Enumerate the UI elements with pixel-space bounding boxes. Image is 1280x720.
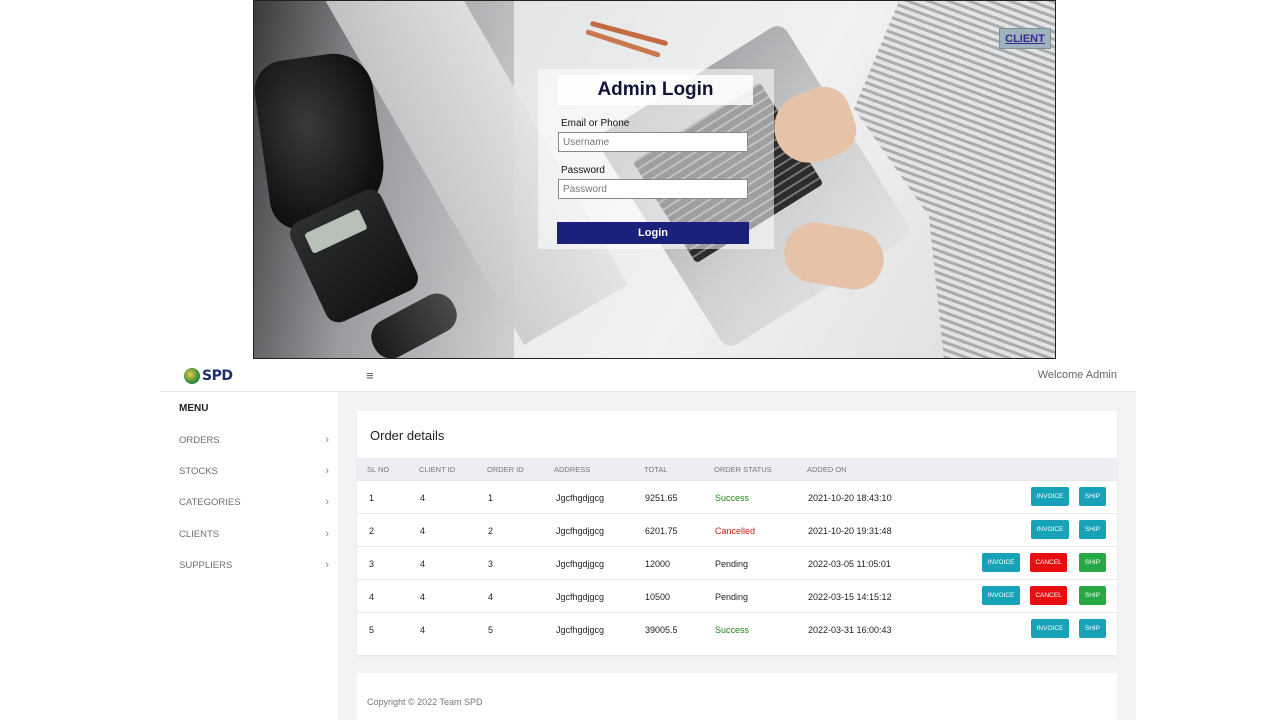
cell-client-id: 4 xyxy=(420,493,426,503)
logo[interactable]: SPD xyxy=(184,366,233,386)
column-header: ADDED ON xyxy=(807,465,847,474)
invoice-button[interactable]: INVOICE xyxy=(982,553,1020,572)
cell-order-id: 4 xyxy=(488,592,494,602)
status-badge: Cancelled xyxy=(715,526,756,536)
cell-client-id: 4 xyxy=(420,526,426,536)
invoice-button[interactable]: INVOICE xyxy=(1031,520,1069,539)
cell-address: Jgcfhgdjgcg xyxy=(556,526,605,536)
card-title: Order details xyxy=(370,428,445,443)
password-label: Password xyxy=(561,165,605,176)
table-row: 5 4 5 Jgcfhgdjgcg 39005.5 Success 2022-0… xyxy=(357,612,1117,645)
copyright-text: Copyright © 2022 Team SPD xyxy=(367,697,483,707)
cell-address: Jgcfhgdjgcg xyxy=(556,493,605,503)
cell-added-on: 2022-03-15 14:15:12 xyxy=(808,592,892,602)
cell-sl: 3 xyxy=(369,559,375,569)
ship-button[interactable]: SHIP xyxy=(1079,520,1106,539)
table-header: SL NO CLIENT ID ORDER ID ADDRESS TOTAL O… xyxy=(357,458,1117,480)
cell-total: 39005.5 xyxy=(645,625,678,635)
cell-added-on: 2021-10-20 19:31:48 xyxy=(808,526,892,536)
column-header: SL NO xyxy=(367,465,390,474)
chevron-right-icon: › xyxy=(325,496,329,508)
ship-button[interactable]: SHIP xyxy=(1079,487,1106,506)
cell-total: 9251.65 xyxy=(645,493,678,503)
cell-total: 12000 xyxy=(645,559,671,569)
sidebar-item-stocks[interactable]: STOCKS › xyxy=(179,465,329,477)
client-link[interactable]: CLIENT xyxy=(999,28,1051,49)
column-header: ADDRESS xyxy=(554,465,591,474)
footer: Copyright © 2022 Team SPD xyxy=(357,673,1117,720)
login-hero: CLIENT Admin Login Email or Phone Passwo… xyxy=(253,0,1056,359)
hamburger-icon[interactable]: ≡ xyxy=(366,368,374,383)
cell-sl: 5 xyxy=(369,625,375,635)
cell-order-id: 2 xyxy=(488,526,494,536)
login-title: Admin Login xyxy=(558,75,753,105)
cell-order-id: 3 xyxy=(488,559,494,569)
menu-title: MENU xyxy=(179,403,209,414)
column-header: ORDER ID xyxy=(487,465,524,474)
chevron-right-icon: › xyxy=(325,559,329,571)
sidebar-item-orders[interactable]: ORDERS › xyxy=(179,434,329,446)
status-badge: Success xyxy=(715,625,750,635)
chevron-right-icon: › xyxy=(325,528,329,540)
login-button[interactable]: Login xyxy=(557,222,749,244)
sidebar-item-clients[interactable]: CLIENTS › xyxy=(179,528,329,540)
sidebar: MENU ORDERS › STOCKS › CATEGORIES › CLIE… xyxy=(160,392,338,720)
cell-added-on: 2021-10-20 18:43:10 xyxy=(808,493,892,503)
status-badge: Success xyxy=(715,493,750,503)
status-badge: Pending xyxy=(715,559,749,569)
cancel-button[interactable]: CANCEL xyxy=(1030,586,1067,605)
ship-button[interactable]: SHIP xyxy=(1079,553,1106,572)
invoice-button[interactable]: INVOICE xyxy=(1031,619,1069,638)
order-details-card: Order details SL NO CLIENT ID ORDER ID A… xyxy=(357,411,1117,655)
column-header: ORDER STATUS xyxy=(714,465,772,474)
sidebar-item-label: ORDERS xyxy=(179,435,220,446)
cell-address: Jgcfhgdjgcg xyxy=(556,559,605,569)
cell-sl: 1 xyxy=(369,493,375,503)
cell-address: Jgcfhgdjgcg xyxy=(556,625,605,635)
sidebar-item-suppliers[interactable]: SUPPLIERS › xyxy=(179,559,329,571)
ship-button[interactable]: SHIP xyxy=(1079,586,1106,605)
cell-added-on: 2022-03-05 11:05:01 xyxy=(808,559,891,569)
logo-text: SPD xyxy=(202,368,233,384)
table-row: 3 4 3 Jgcfhgdjgcg 12000 Pending 2022-03-… xyxy=(357,546,1117,579)
column-header: TOTAL xyxy=(644,465,668,474)
cell-client-id: 4 xyxy=(420,592,426,602)
cancel-button[interactable]: CANCEL xyxy=(1030,553,1067,572)
sidebar-item-label: CLIENTS xyxy=(179,529,220,540)
email-label: Email or Phone xyxy=(561,118,630,129)
chevron-right-icon: › xyxy=(325,434,329,446)
dashboard: SPD ≡ Welcome Admin MENU ORDERS › STOCKS… xyxy=(160,360,1136,720)
password-field[interactable] xyxy=(558,179,748,199)
cell-sl: 2 xyxy=(369,526,375,536)
sidebar-item-categories[interactable]: CATEGORIES › xyxy=(179,496,329,508)
cell-client-id: 4 xyxy=(420,625,426,635)
cell-client-id: 4 xyxy=(420,559,426,569)
cell-total: 6201.75 xyxy=(645,526,678,536)
cell-added-on: 2022-03-31 16:00:43 xyxy=(808,625,892,635)
table-row: 4 4 4 Jgcfhgdjgcg 10500 Pending 2022-03-… xyxy=(357,579,1117,612)
ship-button[interactable]: SHIP xyxy=(1079,619,1106,638)
cell-sl: 4 xyxy=(369,592,375,602)
cell-total: 10500 xyxy=(645,592,671,602)
welcome-text: Welcome Admin xyxy=(1037,369,1117,381)
top-bar: SPD ≡ Welcome Admin xyxy=(160,360,1136,392)
sidebar-item-label: STOCKS xyxy=(179,466,218,477)
table-row: 2 4 2 Jgcfhgdjgcg 6201.75 Cancelled 2021… xyxy=(357,513,1117,546)
cell-address: Jgcfhgdjgcg xyxy=(556,592,605,602)
email-field[interactable] xyxy=(558,132,748,152)
cell-order-id: 5 xyxy=(488,625,494,635)
cell-order-id: 1 xyxy=(488,493,494,503)
status-badge: Pending xyxy=(715,592,749,602)
invoice-button[interactable]: INVOICE xyxy=(982,586,1020,605)
sidebar-item-label: CATEGORIES xyxy=(179,497,241,508)
sidebar-item-label: SUPPLIERS xyxy=(179,560,233,571)
column-header: CLIENT ID xyxy=(419,465,456,474)
invoice-button[interactable]: INVOICE xyxy=(1031,487,1069,506)
logo-icon xyxy=(184,368,200,384)
chevron-right-icon: › xyxy=(325,465,329,477)
table-row: 1 4 1 Jgcfhgdjgcg 9251.65 Success 2021-1… xyxy=(357,480,1117,513)
